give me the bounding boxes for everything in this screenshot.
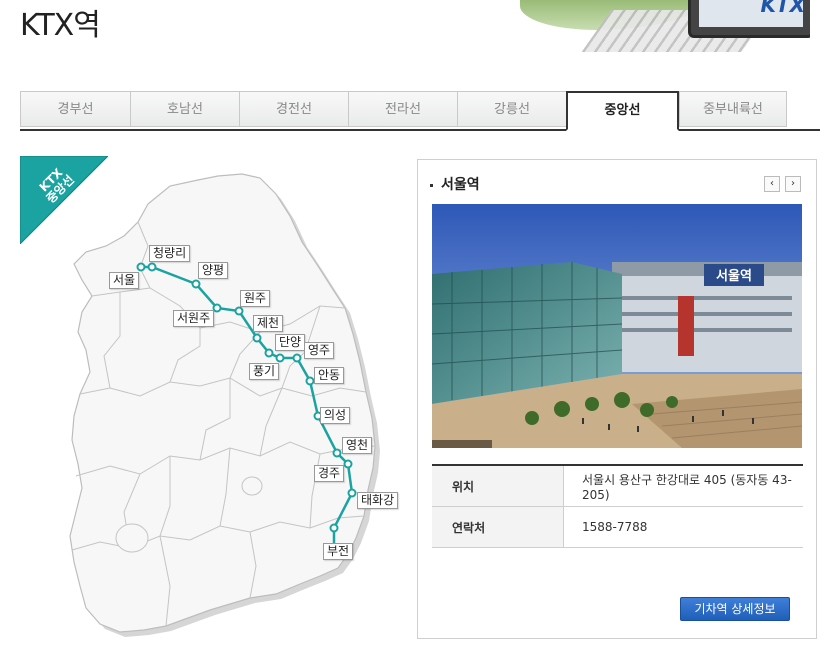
info-row-contact: 연락처 1588-7788 — [432, 506, 803, 548]
station-dot[interactable] — [212, 303, 222, 313]
info-row-location: 위치 서울시 용산구 한강대로 405 (동자동 43-205) — [432, 465, 803, 507]
info-value-phone: 1588-7788 — [563, 506, 803, 548]
next-station-button[interactable]: › — [785, 176, 801, 192]
station-dot[interactable] — [305, 376, 315, 386]
station-label-yeongju[interactable]: 영주 — [304, 342, 335, 359]
station-dot[interactable] — [347, 488, 357, 498]
station-photo: 서울역 — [432, 204, 802, 448]
tab-gyeongbu[interactable]: 경부선 — [20, 91, 130, 127]
station-label-andong[interactable]: 안동 — [314, 367, 345, 384]
info-value-address: 서울시 용산구 한강대로 405 (동자동 43-205) — [563, 465, 803, 507]
station-dot[interactable] — [136, 262, 146, 272]
station-label-wonju[interactable]: 원주 — [240, 290, 271, 307]
chevron-right-icon: › — [791, 178, 795, 189]
tab-honam[interactable]: 호남선 — [130, 91, 239, 127]
station-dot[interactable] — [275, 353, 285, 363]
station-dot[interactable] — [329, 523, 339, 533]
station-info-table: 위치 서울시 용산구 한강대로 405 (동자동 43-205) 연락처 158… — [432, 464, 803, 548]
station-label-uiseong[interactable]: 의성 — [320, 407, 351, 424]
station-label-taehwagang[interactable]: 태화강 — [357, 492, 399, 509]
station-label-yangpyeong[interactable]: 양평 — [198, 262, 229, 279]
info-label: 위치 — [432, 465, 564, 507]
station-label-yeongcheon[interactable]: 영천 — [342, 437, 373, 454]
station-label-jecheon[interactable]: 제천 — [253, 315, 284, 332]
station-label-seoul[interactable]: 서울 — [109, 272, 140, 289]
station-detail-button[interactable]: 기차역 상세정보 — [680, 597, 790, 621]
station-label-seowonju[interactable]: 서원주 — [173, 310, 215, 327]
station-dot[interactable] — [191, 279, 201, 289]
info-label: 연락처 — [432, 506, 564, 548]
tab-jeolla[interactable]: 전라선 — [348, 91, 457, 127]
station-dot[interactable] — [343, 459, 353, 469]
prev-station-button[interactable]: ‹ — [764, 176, 780, 192]
tab-gangneung[interactable]: 강릉선 — [457, 91, 566, 127]
station-dot[interactable] — [292, 353, 302, 363]
ktx-logo: KTX — [688, 0, 810, 38]
station-dot[interactable] — [332, 448, 342, 458]
header-banner-image: KTX — [520, 0, 810, 52]
station-info-panel: 서울역 ‹ › 서울역 위치 서울시 용산구 한강대로 405 (동자동 43-… — [417, 159, 817, 639]
station-label-bujeon[interactable]: 부전 — [323, 543, 354, 560]
tab-jungbu-naeryuk[interactable]: 중부내륙선 — [679, 91, 787, 127]
photo-sign-text: 서울역 — [716, 268, 752, 284]
tab-jungang[interactable]: 중앙선 — [566, 91, 679, 131]
station-label-gyeongju[interactable]: 경주 — [314, 465, 345, 482]
station-dot[interactable] — [234, 306, 244, 316]
station-label-danyang[interactable]: 단양 — [275, 334, 306, 351]
station-dot[interactable] — [147, 262, 157, 272]
route-map: KTX 중앙선 서울 청량리 양평 서원주 원주 제천 단양 풍기 영주 안동 … — [20, 156, 405, 646]
chevron-left-icon: ‹ — [770, 178, 774, 189]
tab-gyeongjeon[interactable]: 경전선 — [239, 91, 348, 127]
station-title: 서울역 — [430, 174, 480, 194]
page-title: KTX역 — [20, 8, 101, 43]
station-dot[interactable] — [252, 333, 262, 343]
line-tabs: 경부선 호남선 경전선 전라선 강릉선 중앙선 중부내륙선 — [20, 91, 820, 131]
station-dot[interactable] — [264, 348, 274, 358]
station-label-cheongnyangni[interactable]: 청량리 — [149, 245, 191, 262]
station-label-punggi[interactable]: 풍기 — [249, 363, 280, 380]
